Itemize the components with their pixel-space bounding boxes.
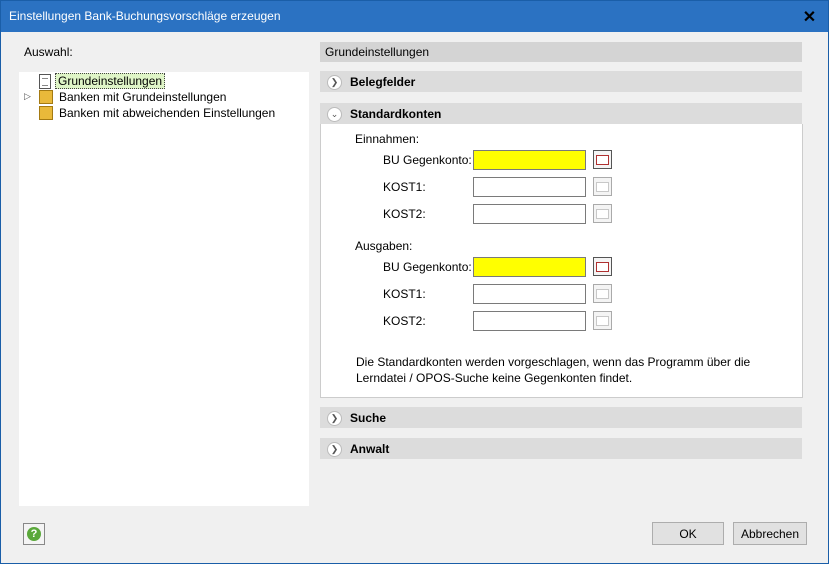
tree-item-grundeinstellungen[interactable]: Grundeinstellungen: [39, 73, 166, 89]
close-button[interactable]: ✕: [791, 1, 828, 32]
account-card-icon: [596, 154, 609, 165]
tree-item-label: Grundeinstellungen: [55, 73, 166, 89]
panel-header-title: Grundeinstellungen: [325, 45, 430, 59]
einnahmen-kost2-label: KOST2:: [383, 207, 426, 221]
ausgaben-bu-label: BU Gegenkonto:: [383, 260, 472, 274]
section-anwalt[interactable]: ❯ Anwalt: [320, 438, 802, 459]
section-label: Standardkonten: [350, 107, 442, 121]
close-icon: ✕: [802, 8, 817, 26]
einnahmen-bu-gegenkonto-input[interactable]: [473, 150, 586, 170]
help-icon: ?: [27, 527, 41, 541]
help-button[interactable]: ?: [23, 523, 45, 545]
bank-folder-icon: [39, 90, 53, 104]
tree-item-label: Banken mit abweichenden Einstellungen: [59, 106, 276, 120]
chevron-right-icon: ❯: [327, 75, 342, 90]
cancel-button[interactable]: Abbrechen: [733, 522, 807, 545]
document-icon: [39, 73, 51, 89]
window-title: Einstellungen Bank-Buchungsvorschläge er…: [9, 9, 281, 23]
ausgaben-label: Ausgaben:: [355, 239, 413, 253]
ausgaben-kost1-label: KOST1:: [383, 287, 426, 301]
tree-item-label: Banken mit Grundeinstellungen: [59, 90, 227, 104]
ausgaben-kost2-label: KOST2:: [383, 314, 426, 328]
ausgaben-kost1-input[interactable]: [473, 284, 586, 304]
ausgaben-kost2-lookup-button[interactable]: [593, 311, 612, 330]
einnahmen-kost1-input[interactable]: [473, 177, 586, 197]
einnahmen-kost1-lookup-button[interactable]: [593, 177, 612, 196]
selection-label: Auswahl:: [24, 45, 73, 59]
ausgaben-kost2-input[interactable]: [473, 311, 586, 331]
section-standardkonten[interactable]: ⌄ Standardkonten: [320, 103, 802, 124]
account-card-icon: [596, 315, 609, 326]
tree-item-banken-abweichend[interactable]: Banken mit abweichenden Einstellungen: [39, 105, 277, 121]
section-suche[interactable]: ❯ Suche: [320, 407, 802, 428]
chevron-right-icon: ❯: [327, 442, 342, 457]
account-card-icon: [596, 208, 609, 219]
einnahmen-bu-label: BU Gegenkonto:: [383, 153, 472, 167]
section-label: Belegfelder: [350, 75, 416, 89]
section-label: Anwalt: [350, 442, 390, 456]
einnahmen-label: Einnahmen:: [355, 132, 420, 146]
settings-tree[interactable]: Grundeinstellungen ▷ Banken mit Grundein…: [19, 72, 309, 506]
section-label: Suche: [350, 411, 387, 425]
dialog-window: Einstellungen Bank-Buchungsvorschläge er…: [0, 0, 829, 564]
standardkonten-note: Die Standardkonten werden vorgeschlagen,…: [356, 355, 751, 385]
title-bar[interactable]: Einstellungen Bank-Buchungsvorschläge er…: [1, 1, 828, 32]
account-card-icon: [596, 181, 609, 192]
tree-item-banken-grundeinstellungen[interactable]: Banken mit Grundeinstellungen: [39, 89, 228, 105]
einnahmen-kost2-lookup-button[interactable]: [593, 204, 612, 223]
chevron-down-icon: ⌄: [327, 107, 342, 122]
ausgaben-kost1-lookup-button[interactable]: [593, 284, 612, 303]
expand-triangle-icon[interactable]: ▷: [24, 91, 31, 102]
chevron-right-icon: ❯: [327, 411, 342, 426]
einnahmen-kost2-input[interactable]: [473, 204, 586, 224]
panel-header: Grundeinstellungen: [320, 42, 802, 62]
account-card-icon: [596, 288, 609, 299]
account-card-icon: [596, 261, 609, 272]
ausgaben-bu-gegenkonto-input[interactable]: [473, 257, 586, 277]
einnahmen-kost1-label: KOST1:: [383, 180, 426, 194]
ok-button[interactable]: OK: [652, 522, 724, 545]
ausgaben-bu-lookup-button[interactable]: [593, 257, 612, 276]
bank-folder-icon: [39, 106, 53, 120]
einnahmen-bu-lookup-button[interactable]: [593, 150, 612, 169]
section-belegfelder[interactable]: ❯ Belegfelder: [320, 71, 802, 92]
